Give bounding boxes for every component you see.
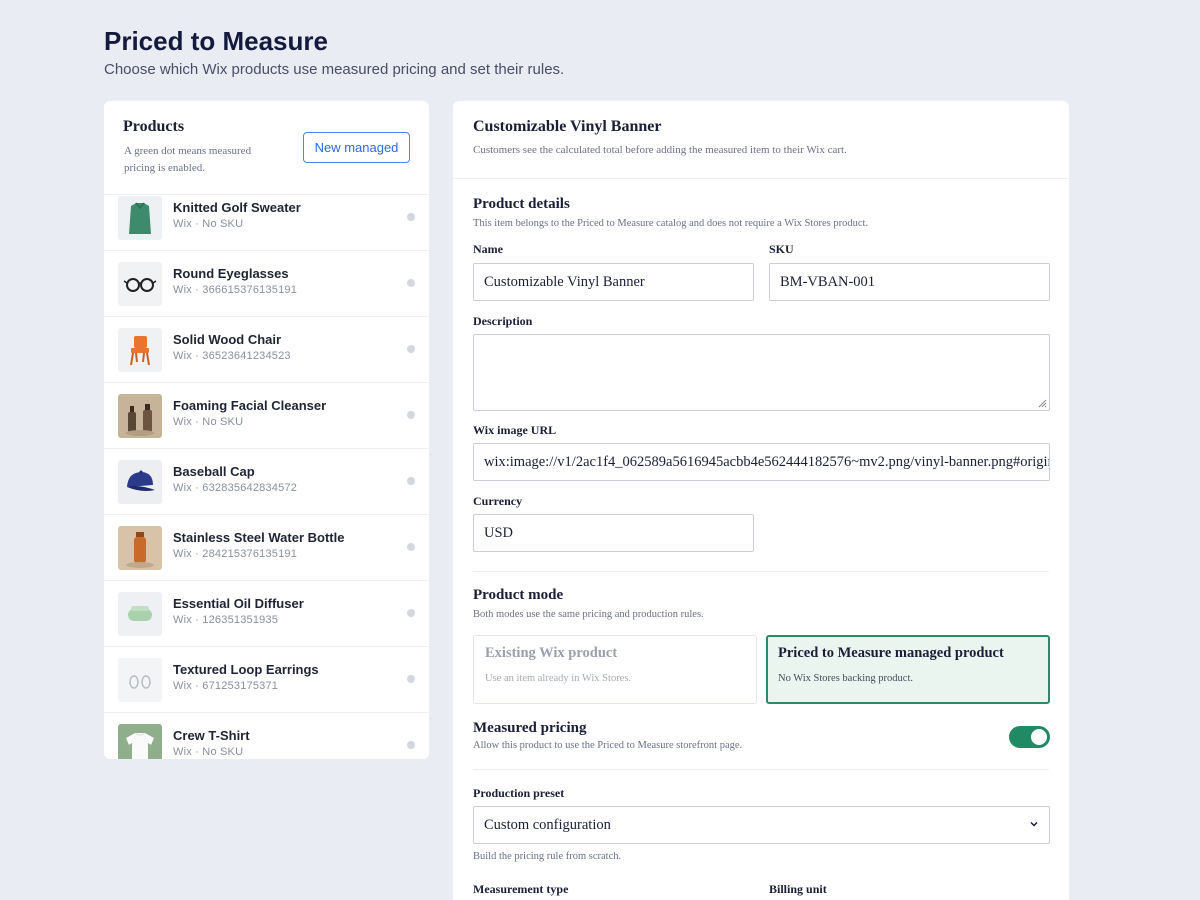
status-dot — [407, 675, 415, 683]
list-item[interactable]: Foaming Facial Cleanser Wix · No SKU — [104, 383, 429, 449]
product-thumbnail — [118, 724, 162, 759]
section-divider — [473, 571, 1049, 572]
product-thumbnail — [118, 460, 162, 504]
resize-handle-icon[interactable] — [1037, 398, 1047, 408]
products-panel-title: Products — [123, 118, 185, 135]
product-meta: Wix · No SKU — [173, 746, 244, 758]
name-label: Name — [473, 242, 503, 256]
product-thumbnail — [118, 526, 162, 570]
measurement-type-label: Measurement type — [473, 882, 569, 896]
list-item[interactable]: Stainless Steel Water Bottle Wix · 28421… — [104, 515, 429, 581]
status-dot — [407, 741, 415, 749]
list-item[interactable]: Round Eyeglasses Wix · 366615376135191 — [104, 251, 429, 317]
product-editor: Customizable Vinyl Banner Customers see … — [453, 101, 1069, 900]
measured-pricing-title: Measured pricing — [473, 720, 587, 736]
product-mode-hint: Both modes use the same pricing and prod… — [473, 609, 704, 620]
image-url-label: Wix image URL — [473, 423, 557, 437]
product-name: Crew T-Shirt — [173, 728, 250, 743]
status-dot — [407, 345, 415, 353]
mode-option-managed-desc: No Wix Stores backing product. — [778, 673, 913, 684]
product-list: Knitted Golf Sweater Wix · No SKU Round … — [104, 196, 429, 759]
product-name: Foaming Facial Cleanser — [173, 398, 327, 413]
product-name: Knitted Golf Sweater — [173, 200, 301, 215]
description-label: Description — [473, 314, 533, 328]
sku-label: SKU — [769, 242, 794, 256]
editor-header: Customizable Vinyl Banner Customers see … — [453, 101, 1069, 179]
product-thumbnail — [118, 658, 162, 702]
product-name: Essential Oil Diffuser — [173, 596, 304, 611]
product-name: Stainless Steel Water Bottle — [173, 530, 345, 545]
product-name: Solid Wood Chair — [173, 332, 282, 347]
production-preset-value: Custom configuration — [484, 816, 611, 833]
toggle-knob — [1031, 729, 1047, 745]
list-item[interactable]: Crew T-Shirt Wix · No SKU — [104, 713, 429, 759]
product-thumbnail — [118, 394, 162, 438]
status-dot — [407, 279, 415, 287]
product-meta: Wix · 671253175371 — [173, 680, 279, 692]
measured-pricing-hint: Allow this product to use the Priced to … — [473, 740, 743, 751]
currency-label: Currency — [473, 494, 523, 508]
section-divider — [473, 769, 1049, 770]
editor-subtitle: Customers see the calculated total befor… — [473, 144, 847, 156]
product-thumbnail — [118, 196, 162, 240]
billing-unit-label: Billing unit — [769, 882, 827, 896]
mode-option-managed[interactable]: Priced to Measure managed product No Wix… — [766, 635, 1050, 704]
currency-field[interactable]: USD — [473, 514, 754, 552]
product-mode-title: Product mode — [473, 587, 564, 603]
product-meta: Wix · No SKU — [173, 218, 244, 230]
product-name: Textured Loop Earrings — [173, 662, 319, 677]
mode-option-existing-title: Existing Wix product — [485, 645, 618, 661]
list-item[interactable]: Textured Loop Earrings Wix · 67125317537… — [104, 647, 429, 713]
production-preset-label: Production preset — [473, 786, 565, 800]
list-item[interactable]: Essential Oil Diffuser Wix · 12635135193… — [104, 581, 429, 647]
status-dot — [407, 213, 415, 221]
name-field[interactable]: Customizable Vinyl Banner — [473, 263, 754, 301]
chevron-down-icon — [1029, 819, 1039, 832]
production-preset-hint: Build the pricing rule from scratch. — [473, 851, 622, 862]
product-meta: Wix · 632835642834572 — [173, 482, 298, 494]
page-title: Priced to Measure — [104, 26, 328, 56]
mode-option-managed-title: Priced to Measure managed product — [778, 645, 1004, 661]
product-name: Baseball Cap — [173, 464, 255, 479]
mode-option-existing-desc: Use an item already in Wix Stores. — [485, 673, 632, 684]
product-meta: Wix · 366615376135191 — [173, 284, 298, 296]
product-thumbnail — [118, 328, 162, 372]
products-panel-header: Products A green dot means measured pric… — [104, 101, 429, 195]
list-item[interactable]: Solid Wood Chair Wix · 36523641234523 — [104, 317, 429, 383]
status-dot — [407, 411, 415, 419]
sku-field[interactable]: BM-VBAN-001 — [769, 263, 1050, 301]
product-thumbnail — [118, 592, 162, 636]
list-item[interactable]: Baseball Cap Wix · 632835642834572 — [104, 449, 429, 515]
editor-title: Customizable Vinyl Banner — [473, 118, 662, 135]
product-details-hint: This item belongs to the Priced to Measu… — [473, 218, 869, 229]
product-thumbnail — [118, 262, 162, 306]
product-details-title: Product details — [473, 196, 570, 212]
products-panel: Products A green dot means measured pric… — [104, 101, 429, 759]
new-managed-button[interactable]: New managed — [303, 132, 410, 163]
product-meta: Wix · 284215376135191 — [173, 548, 298, 560]
image-url-field[interactable]: wix:image://v1/2ac1f4_062589a5616945acbb… — [473, 443, 1050, 481]
production-preset-select[interactable]: Custom configuration — [473, 806, 1050, 844]
status-dot — [407, 543, 415, 551]
status-dot — [407, 477, 415, 485]
product-meta: Wix · No SKU — [173, 416, 244, 428]
page-subtitle: Choose which Wix products use measured p… — [104, 61, 565, 78]
measured-pricing-toggle[interactable] — [1009, 726, 1050, 748]
list-item[interactable]: Knitted Golf Sweater Wix · No SKU — [104, 196, 429, 251]
mode-option-existing[interactable]: Existing Wix product Use an item already… — [473, 635, 757, 704]
status-dot — [407, 609, 415, 617]
description-textarea[interactable] — [473, 334, 1050, 411]
product-meta: Wix · 36523641234523 — [173, 350, 291, 362]
product-meta: Wix · 126351351935 — [173, 614, 279, 626]
products-panel-description: A green dot means measured pricing is en… — [124, 145, 252, 174]
product-name: Round Eyeglasses — [173, 266, 289, 281]
